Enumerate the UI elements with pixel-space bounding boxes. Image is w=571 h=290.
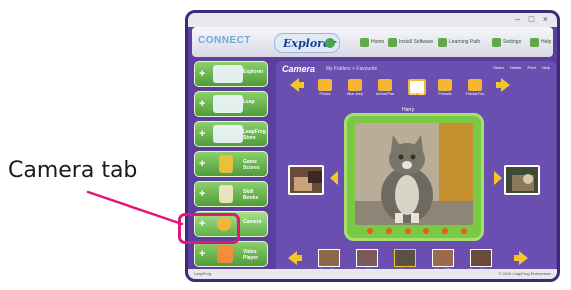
camera-panel: Camera My Folders > Favourite Share Dele… [276, 61, 556, 275]
toolbar-settings-button[interactable]: Settings [492, 36, 521, 48]
stamp-icon[interactable] [442, 228, 449, 234]
next-photo-thumbnail[interactable] [504, 165, 540, 195]
folder-icon[interactable] [348, 79, 362, 91]
expand-icon: + [199, 158, 206, 170]
folder-label: Animal Pics [375, 92, 395, 96]
home-icon [360, 37, 369, 47]
help-icon [530, 37, 539, 47]
photo-viewer-frame [344, 113, 484, 241]
folder-icon[interactable] [468, 79, 482, 91]
sidebar-item-skill-books[interactable]: + Skill Books [194, 181, 268, 207]
delete-button[interactable]: Delete [510, 65, 522, 70]
page-title: Camera [282, 64, 316, 74]
install-icon [388, 37, 397, 47]
filmstrip-thumbnail[interactable] [318, 249, 340, 267]
arrow-left-icon[interactable] [290, 78, 304, 92]
status-bar: LeapFrog © 2010 LeapFrog Enterprises [188, 269, 557, 279]
help-button[interactable]: Help [542, 65, 550, 70]
status-right-text: © 2010 LeapFrog Enterprises [498, 271, 551, 276]
filmstrip-thumbnail[interactable] [432, 249, 454, 267]
filmstrip-thumbnail-selected[interactable] [394, 249, 416, 267]
folder-row: Photos Blue Jeep Animal Pics Sea Trips P… [284, 77, 548, 101]
settings-icon [492, 37, 501, 47]
filmstrip-right-arrow-icon[interactable] [514, 251, 528, 265]
store-icon [213, 125, 243, 143]
breadcrumb[interactable]: My Folders > Favourite [326, 66, 377, 72]
filmstrip-thumbnail[interactable] [470, 249, 492, 267]
sidebar-item-store[interactable]: + LeapFrog Store [194, 121, 268, 147]
cat-photo-image [355, 123, 473, 225]
sidebar-item-game-scores[interactable]: + Game Scores [194, 151, 268, 177]
folder-label: Sea Trips [409, 92, 425, 96]
camera-tab-highlight [178, 213, 240, 244]
folder-label: Portraits [438, 92, 452, 96]
photo-tools [367, 228, 467, 236]
toolbar-install-button[interactable]: Install Software [388, 36, 433, 48]
expand-icon: + [199, 248, 206, 260]
toolbar-help-button[interactable]: Help [530, 36, 551, 48]
book-icon [219, 185, 233, 203]
expand-icon: + [199, 68, 206, 80]
print-button[interactable]: Print [528, 65, 536, 70]
rotate-right-icon[interactable] [385, 228, 392, 234]
learning-path-icon [438, 37, 447, 47]
share-button[interactable]: Share [493, 65, 504, 70]
explorer-icon [213, 65, 243, 83]
sidebar-item-explorer[interactable]: + Explorer [194, 61, 268, 87]
app-window: – □ × CONNECT Explorer Home Install Soft… [185, 10, 560, 282]
status-left-text: LeapFrog [194, 271, 212, 276]
effects-icon[interactable] [423, 228, 430, 234]
camera-tab-callout-label: Camera tab [8, 158, 138, 183]
sidebar-item-video-player[interactable]: + Video Player [194, 241, 268, 267]
product-selector[interactable]: Explorer [274, 33, 340, 53]
toolbar-learning-path-button[interactable]: Learning Path [438, 36, 480, 48]
next-photo-arrow-icon[interactable] [494, 171, 502, 185]
panel-actions: Share Delete Print Help [493, 65, 550, 70]
trash-icon[interactable] [460, 228, 467, 234]
brand-logo: CONNECT [198, 35, 251, 46]
folder-label: Photos [319, 92, 331, 96]
previous-photo-image [290, 167, 322, 193]
next-photo-image [506, 167, 538, 193]
filmstrip-thumbnail[interactable] [356, 249, 378, 267]
previous-photo-thumbnail[interactable] [288, 165, 324, 195]
cat-photo [355, 123, 473, 225]
window-controls[interactable]: – □ × [515, 14, 551, 24]
folder-icon[interactable] [318, 79, 332, 91]
folder-icon[interactable] [438, 79, 452, 91]
expand-icon: + [199, 98, 206, 110]
crop-icon[interactable] [404, 228, 411, 234]
folder-icon[interactable] [378, 79, 392, 91]
folder-label: Blue Jeep [347, 92, 363, 96]
expand-icon: + [199, 128, 206, 140]
rotate-left-icon[interactable] [367, 228, 373, 234]
top-toolbar: CONNECT Explorer Home Install Software L… [192, 27, 553, 57]
filmstrip-left-arrow-icon[interactable] [288, 251, 302, 265]
folder-label: Friends Fun [465, 92, 485, 96]
trophy-icon [219, 155, 233, 173]
arrow-right-icon[interactable] [496, 78, 510, 92]
sidebar-item-leap[interactable]: + Leap [194, 91, 268, 117]
toolbar-home-button[interactable]: Home [360, 36, 384, 48]
previous-photo-arrow-icon[interactable] [330, 171, 338, 185]
expand-icon: + [199, 188, 206, 200]
title-bar: – □ × [188, 13, 557, 27]
leap-icon [213, 95, 243, 113]
video-icon [217, 245, 233, 263]
chevron-down-icon[interactable] [325, 38, 335, 48]
